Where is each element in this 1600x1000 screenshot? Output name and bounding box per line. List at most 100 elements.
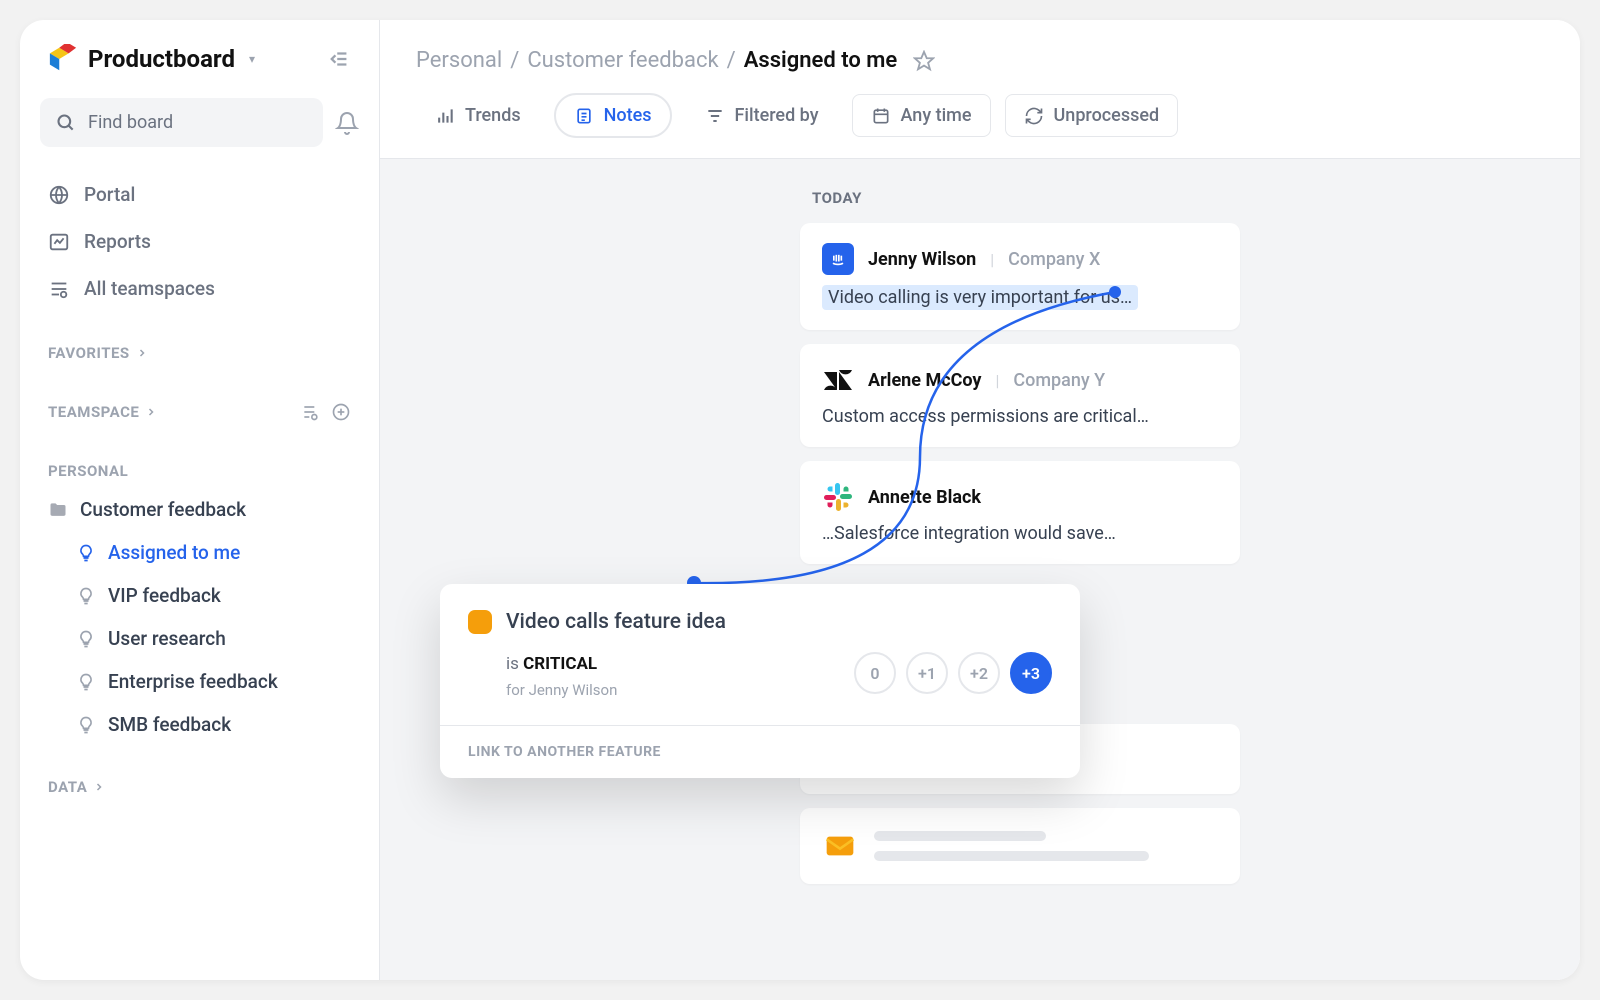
day-label: TODAY (812, 189, 1240, 207)
mail-icon (822, 828, 858, 864)
slack-icon (822, 481, 854, 513)
breadcrumb-assigned-to-me[interactable]: Assigned to me (744, 48, 898, 73)
brand-logo-icon (48, 44, 78, 74)
tree-item-assigned-to-me[interactable]: Assigned to me (40, 531, 359, 574)
lightbulb-icon (76, 672, 96, 692)
score-1[interactable]: +1 (906, 652, 948, 694)
tree-item-label: VIP feedback (108, 584, 221, 607)
teamspace-header[interactable]: TEAMSPACE (48, 403, 157, 421)
portal-icon (48, 184, 70, 206)
note-card[interactable]: Annette Black …Salesforce integration wo… (800, 461, 1240, 564)
note-person: Jenny Wilson (868, 249, 976, 270)
feature-title: Video calls feature idea (506, 610, 726, 634)
personal-header[interactable]: PERSONAL (48, 462, 128, 480)
lightbulb-icon (76, 586, 96, 606)
topbar: Personal / Customer feedback / Assigned … (380, 20, 1580, 93)
tree-item-smb-feedback[interactable]: SMB feedback (40, 703, 359, 746)
filter-bar: Trends Notes Filtered by Any time Unproc… (380, 93, 1580, 159)
favorite-star-icon[interactable] (913, 50, 935, 72)
link-another-feature-button[interactable]: LINK TO ANOTHER FEATURE (440, 725, 1080, 778)
collapse-sidebar-icon[interactable] (329, 48, 351, 70)
refresh-icon (1024, 106, 1044, 126)
filter-unprocessed[interactable]: Unprocessed (1005, 94, 1179, 137)
note-company: Company X (1008, 249, 1100, 270)
brand-name: Productboard (88, 45, 235, 73)
nav-portal-label: Portal (84, 183, 135, 206)
tab-trends[interactable]: Trends (416, 94, 540, 137)
section-data: DATA (40, 770, 359, 804)
data-header[interactable]: DATA (48, 778, 105, 796)
score-0[interactable]: 0 (854, 652, 896, 694)
zendesk-icon (822, 364, 854, 396)
add-teamspace-icon[interactable] (331, 402, 351, 422)
note-body: Custom access permissions are critical… (822, 406, 1218, 427)
tree-item-user-research[interactable]: User research (40, 617, 359, 660)
tree-item-label: Assigned to me (108, 541, 240, 564)
tree-folder-customer-feedback[interactable]: Customer feedback (40, 488, 359, 531)
sidebar: Productboard ▾ Find board Portal Reports (20, 20, 380, 980)
tree-item-label: User research (108, 627, 226, 650)
app-window: Productboard ▾ Find board Portal Reports (20, 20, 1580, 980)
section-personal: PERSONAL Customer feedback Assigned to m… (40, 454, 359, 746)
note-body: Video calling is very important for us… (822, 285, 1138, 310)
skeleton-card (800, 808, 1240, 884)
tree-item-enterprise-feedback[interactable]: Enterprise feedback (40, 660, 359, 703)
lightbulb-icon (76, 629, 96, 649)
search-row: Find board (40, 98, 359, 147)
notifications-icon[interactable] (335, 111, 359, 135)
filter-icon (705, 106, 725, 126)
note-body: …Salesforce integration would save… (822, 523, 1218, 544)
nav-reports-label: Reports (84, 230, 151, 253)
tab-notes[interactable]: Notes (554, 93, 672, 138)
folder-icon (48, 500, 68, 520)
chevron-right-icon (145, 406, 157, 418)
favorites-header[interactable]: FAVORITES (48, 344, 148, 362)
brand-menu[interactable]: Productboard ▾ (48, 44, 255, 74)
breadcrumb: Personal / Customer feedback / Assigned … (416, 48, 897, 73)
chevron-right-icon (93, 781, 105, 793)
section-teamspace: TEAMSPACE (40, 394, 359, 430)
search-input[interactable]: Find board (40, 98, 323, 147)
tree-folder-label: Customer feedback (80, 498, 246, 521)
note-card[interactable]: Arlene McCoy | Company Y Custom access p… (800, 344, 1240, 447)
search-icon (56, 113, 76, 133)
search-placeholder: Find board (88, 112, 173, 133)
main-area: Personal / Customer feedback / Assigned … (380, 20, 1580, 980)
chevron-right-icon (136, 347, 148, 359)
insight-score-row: 0 +1 +2 +3 (854, 652, 1052, 694)
notes-column: TODAY Jenny Wilson | Company X Video cal… (800, 189, 1240, 884)
nav-reports[interactable]: Reports (40, 218, 359, 265)
tree-item-label: SMB feedback (108, 713, 231, 736)
section-favorites: FAVORITES (40, 336, 359, 370)
lightbulb-icon (76, 715, 96, 735)
note-person: Arlene McCoy (868, 370, 981, 391)
note-company: Company Y (1013, 370, 1105, 391)
intercom-icon (822, 243, 854, 275)
caret-down-icon: ▾ (249, 52, 255, 66)
nav-teamspaces-label: All teamspaces (84, 277, 215, 300)
content-area: TODAY Jenny Wilson | Company X Video cal… (380, 159, 1580, 980)
feature-meta: is CRITICAL for Jenny Wilson (506, 652, 617, 703)
note-card[interactable]: Jenny Wilson | Company X Video calling i… (800, 223, 1240, 330)
score-3[interactable]: +3 (1010, 652, 1052, 694)
find-teamspace-icon[interactable] (301, 402, 321, 422)
chart-icon (435, 106, 455, 126)
note-person: Annette Black (868, 487, 981, 508)
filter-filtered-by[interactable]: Filtered by (686, 94, 838, 137)
sidebar-header: Productboard ▾ (40, 44, 359, 74)
feature-status-icon (468, 610, 492, 634)
filter-any-time[interactable]: Any time (852, 94, 991, 137)
reports-icon (48, 231, 70, 253)
nav-teamspaces[interactable]: All teamspaces (40, 265, 359, 312)
nav-portal[interactable]: Portal (40, 171, 359, 218)
calendar-icon (871, 106, 891, 126)
tree-item-label: Enterprise feedback (108, 670, 278, 693)
lightbulb-icon (76, 543, 96, 563)
notes-icon (574, 106, 594, 126)
tree-item-vip-feedback[interactable]: VIP feedback (40, 574, 359, 617)
score-2[interactable]: +2 (958, 652, 1000, 694)
teamspaces-icon (48, 278, 70, 300)
breadcrumb-personal[interactable]: Personal (416, 48, 502, 73)
breadcrumb-customer-feedback[interactable]: Customer feedback (527, 48, 718, 73)
feature-link-card: Video calls feature idea is CRITICAL for… (440, 584, 1080, 778)
